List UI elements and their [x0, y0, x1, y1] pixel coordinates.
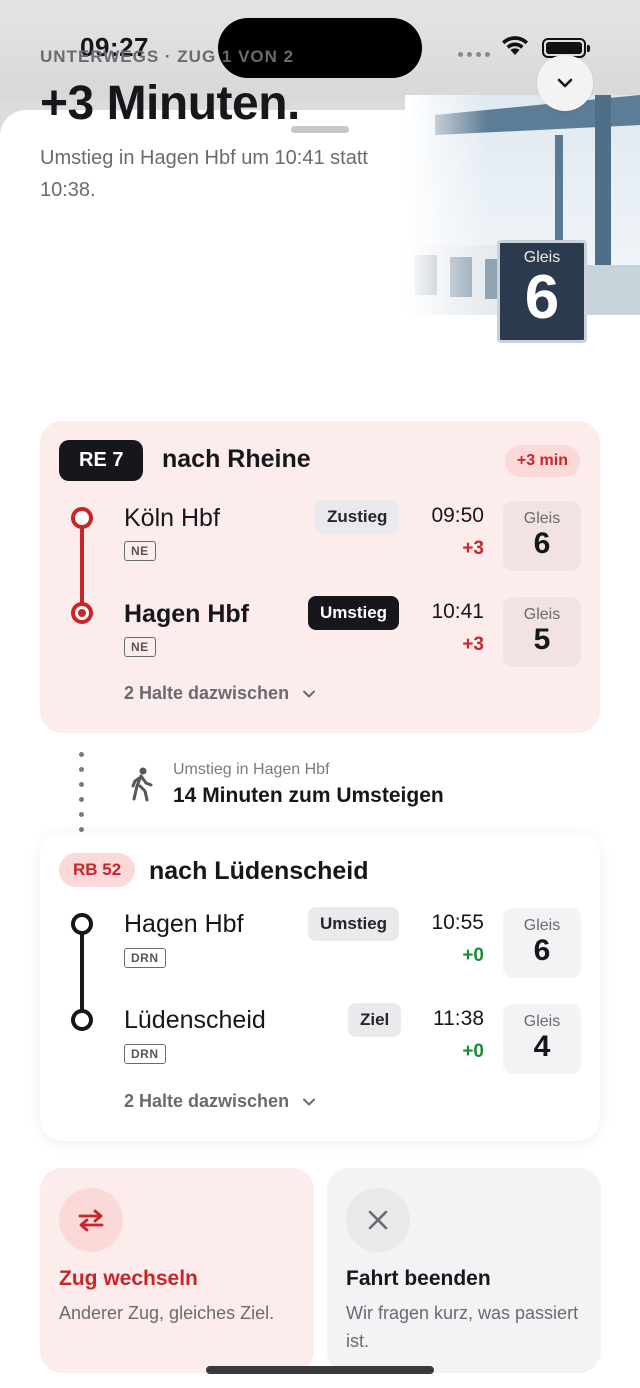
stop-name: Lüdenscheid: [124, 1006, 266, 1034]
stop-time: 09:50: [431, 504, 484, 527]
stop-name: Hagen Hbf: [124, 600, 249, 628]
route-stop-dot: [71, 1009, 93, 1031]
platform-label: Gleis: [523, 917, 561, 934]
end-trip-description: Wir fragen kurz, was passiert ist.: [346, 1303, 579, 1351]
stop-time: 11:38: [433, 1007, 484, 1030]
stop-role-badge: Umstieg: [308, 907, 400, 941]
leg-card-1[interactable]: RE 7 nach Rheine +3 min Köln Hbf NE Zust…: [40, 421, 600, 733]
route-line: [80, 517, 84, 613]
leg-card-2[interactable]: RB 52 nach Lüdenscheid Hagen Hbf DRN Ums…: [40, 833, 600, 1141]
end-trip-button[interactable]: Fahrt beenden Wir fragen kurz, was passi…: [327, 1168, 601, 1373]
stop-role-badge: Ziel: [348, 1003, 402, 1037]
intermediate-stops-label: 2 Halte dazwischen: [124, 1091, 290, 1111]
leg-destination: nach Lüdenscheid: [149, 857, 369, 885]
platform-number: 5: [533, 623, 551, 656]
page-subtitle: Umstieg in Hagen Hbf um 10:41 statt 10:3…: [40, 147, 368, 201]
chevron-down-icon: [303, 690, 316, 697]
intermediate-stops-label: 2 Halte dazwischen: [124, 683, 290, 703]
end-trip-title: Fahrt beenden: [346, 1267, 491, 1290]
intermediate-stops-toggle[interactable]: 2 Halte dazwischen: [124, 1091, 317, 1112]
operator-tag: NE: [124, 637, 156, 657]
operator-tag: DRN: [124, 948, 166, 968]
platform-sign-label: Gleis: [523, 249, 561, 266]
line-badge: RB 52: [59, 853, 136, 887]
platform-box: Gleis 4: [503, 1004, 581, 1074]
switch-train-title: Zug wechseln: [59, 1267, 198, 1290]
route-transfer-dot: [71, 602, 93, 624]
platform-number: 6: [533, 527, 551, 560]
platform-number: 4: [533, 1030, 551, 1063]
home-indicator[interactable]: [206, 1366, 434, 1374]
switch-train-button[interactable]: Zug wechseln Anderer Zug, gleiches Ziel.: [40, 1168, 314, 1373]
platform-box: Gleis 5: [503, 597, 581, 667]
intermediate-stops-toggle[interactable]: 2 Halte dazwischen: [124, 683, 317, 704]
platform-number: 6: [533, 934, 551, 967]
operator-tag: DRN: [124, 1044, 166, 1064]
route-stop-dot: [71, 913, 93, 935]
platform-box: Gleis 6: [503, 908, 581, 978]
line-badge: RE 7: [59, 440, 144, 481]
transfer-caption: Umstieg in Hagen Hbf: [173, 761, 330, 778]
swap-icon: [78, 1209, 104, 1232]
operator-tag: NE: [124, 541, 156, 561]
stop-name: Köln Hbf: [124, 504, 220, 532]
platform-box: Gleis 6: [503, 501, 581, 571]
switch-train-description: Anderer Zug, gleiches Ziel.: [59, 1303, 275, 1323]
trip-progress-label: UNTERWEGS · ZUG 1 VON 2: [40, 47, 295, 66]
platform-label: Gleis: [523, 606, 561, 623]
stop-role-badge: Zustieg: [315, 500, 400, 534]
walk-icon: [131, 767, 153, 802]
transfer-duration: 14 Minuten zum Umsteigen: [173, 784, 444, 807]
platform-sign-number: 6: [524, 263, 560, 332]
stop-time: 10:55: [431, 911, 484, 934]
stop-name: Hagen Hbf: [124, 910, 244, 938]
platform-sign: Gleis 6: [497, 240, 587, 343]
platform-label: Gleis: [523, 510, 561, 527]
wifi-icon: [502, 36, 528, 55]
page-title: +3 Minuten.: [40, 77, 300, 130]
route-stop-dot: [71, 507, 93, 529]
stop-delay: +0: [462, 1041, 484, 1062]
stop-time: 10:41: [431, 600, 484, 623]
close-icon: [368, 1210, 388, 1230]
cellular-signal-icon: [458, 52, 490, 57]
delay-badge: +3 min: [504, 445, 580, 477]
route-line: [80, 934, 84, 1020]
swap-icon-circle: [59, 1188, 123, 1252]
leg-destination: nach Rheine: [162, 445, 311, 473]
chevron-down-icon: [557, 78, 573, 88]
stop-role-badge: Umstieg: [308, 596, 400, 630]
close-icon-circle: [346, 1188, 410, 1252]
stop-delay: +3: [462, 538, 484, 559]
platform-label: Gleis: [523, 1013, 561, 1030]
collapse-button[interactable]: [537, 55, 593, 111]
chevron-down-icon: [303, 1098, 316, 1105]
stop-delay: +3: [462, 634, 484, 655]
transfer-connector: [79, 752, 84, 832]
stop-delay: +0: [462, 945, 484, 966]
